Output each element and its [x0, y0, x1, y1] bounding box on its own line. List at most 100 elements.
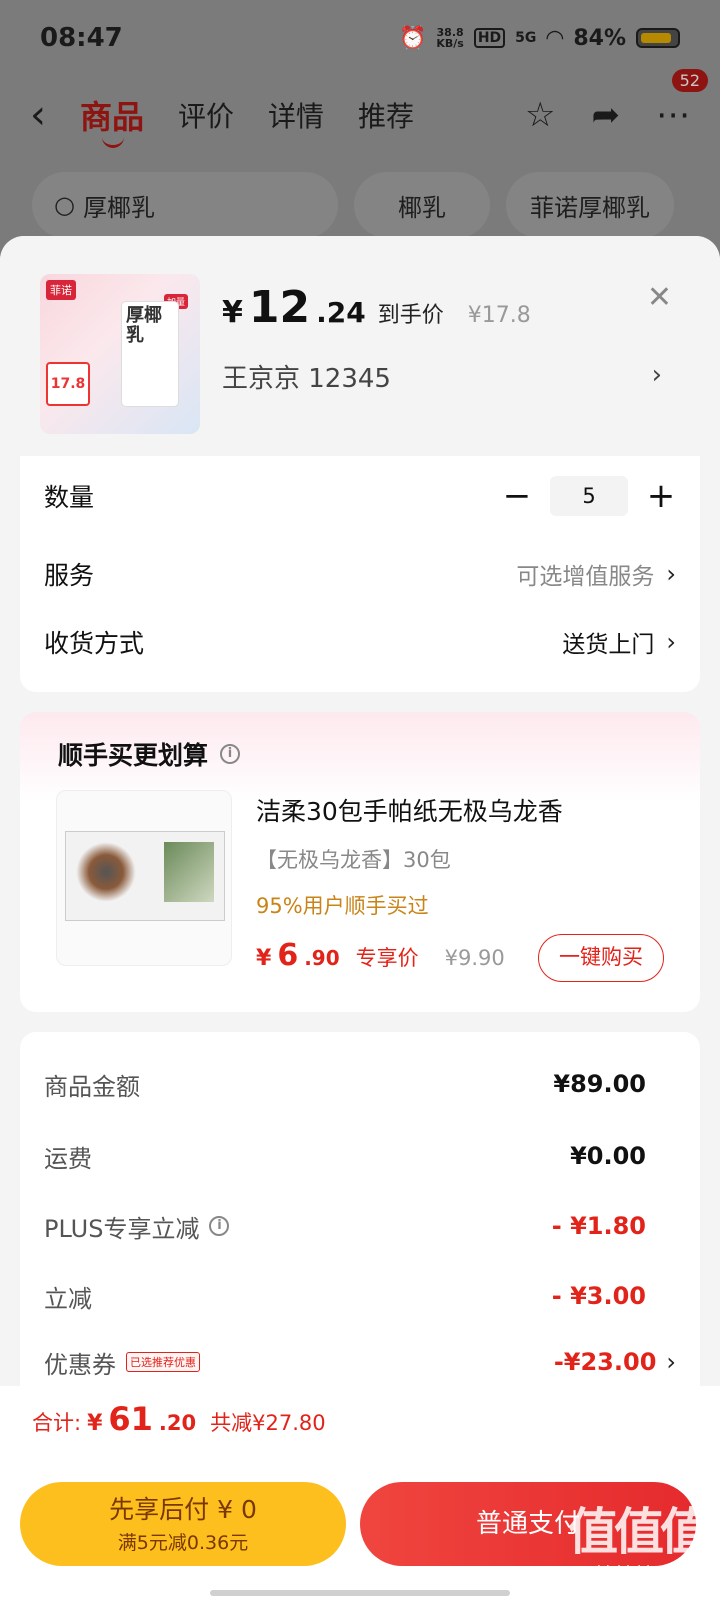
- watermark: 值值值 zhizhizhi.com: [568, 1492, 710, 1580]
- signal-icon: 5G: [515, 30, 537, 46]
- recommend-price-decimal: .90: [304, 946, 340, 970]
- tissue-pack-image: [65, 831, 225, 921]
- items-amount-value: ¥89.00: [553, 1070, 646, 1098]
- recommend-price-integer: 6: [277, 938, 299, 973]
- net-speed-unit: KB/s: [436, 37, 464, 50]
- currency-symbol: ¥: [222, 295, 243, 330]
- top-nav: ‹ 商品 评价 详情 推荐 ☆ ➦ ⋯ 52: [0, 69, 720, 150]
- recommend-title-row: 顺手买更划算 i: [58, 736, 241, 772]
- pay-later-button[interactable]: 先享后付 ¥ 0 满5元减0.36元: [20, 1482, 346, 1566]
- tab-details[interactable]: 详情: [268, 95, 324, 135]
- battery-percent: 84%: [573, 25, 626, 51]
- quantity-row: 数量 − +: [44, 474, 676, 518]
- recommend-card: 顺手买更划算 i 洁柔30包手帕纸无极乌龙香 【无极乌龙香】30包 95%用户顺…: [20, 712, 700, 1012]
- status-bar: 08:47 ⏰ 38.8 KB/s HD 5G ◠ 84%: [0, 0, 720, 76]
- status-time: 08:47: [40, 23, 123, 53]
- items-amount-label: 商品金额: [44, 1072, 140, 1101]
- total-label: 合计:: [32, 1411, 82, 1435]
- search-chip[interactable]: 椰乳: [354, 172, 490, 238]
- search-chip[interactable]: 菲诺厚椰乳: [506, 172, 674, 238]
- service-label: 服务: [44, 561, 95, 590]
- checkout-bar: 合计: ¥ 61 .20 共减¥27.80 先享后付 ¥ 0 满5元减0.36元…: [0, 1386, 720, 1600]
- tab-product[interactable]: 商品: [80, 92, 144, 148]
- currency-symbol: ¥: [256, 946, 272, 971]
- delivery-value: 送货上门: [562, 632, 655, 658]
- alarm-icon: ⏰: [398, 25, 427, 51]
- battery-icon: [636, 28, 680, 48]
- total-integer: 61: [108, 1400, 153, 1438]
- message-badge: 52: [671, 69, 708, 92]
- net-speed: 38.8 KB/s: [436, 27, 463, 49]
- pay-later-subtitle: 满5元减0.36元: [117, 1532, 249, 1554]
- home-indicator: [210, 1590, 510, 1596]
- currency-symbol: ¥: [87, 1411, 103, 1436]
- recommend-item-note: 95%用户顺手买过: [256, 894, 429, 918]
- image-price: 17.8: [46, 362, 90, 406]
- image-box-title: 厚椰乳: [122, 302, 178, 406]
- discount-value: - ¥3.00: [551, 1282, 646, 1310]
- close-icon[interactable]: ✕: [647, 280, 672, 315]
- recommend-item-title[interactable]: 洁柔30包手帕纸无极乌龙香: [256, 792, 563, 828]
- hd-icon: HD: [473, 28, 506, 48]
- tab-reviews[interactable]: 评价: [178, 95, 234, 135]
- chevron-right-icon: ›: [666, 560, 676, 588]
- fee-row-coupon[interactable]: 优惠券 已选推荐优惠 -¥23.00 ›: [44, 1342, 676, 1382]
- original-price: ¥17.8: [467, 303, 531, 328]
- plus-button[interactable]: +: [646, 476, 676, 516]
- recommend-title: 顺手买更划算: [58, 741, 209, 770]
- plus-discount-value: - ¥1.80: [551, 1212, 646, 1240]
- search-input[interactable]: ○ 厚椰乳: [32, 172, 338, 238]
- delivery-row[interactable]: 收货方式 送货上门 ›: [44, 620, 676, 664]
- total-saved: 共减¥27.80: [210, 1411, 326, 1435]
- quantity-input[interactable]: [550, 476, 628, 516]
- coupon-label: 优惠券: [44, 1350, 116, 1379]
- price-decimal: .24: [316, 296, 366, 329]
- one-click-buy-button[interactable]: 一键购买: [538, 934, 664, 982]
- product-header: 菲诺 加量 17.8 厚椰乳 ¥ 12 .24 到手价 ¥17.8 王京京 12…: [0, 236, 720, 456]
- coupon-label-group: 优惠券 已选推荐优惠: [44, 1345, 200, 1380]
- chevron-right-icon[interactable]: ›: [652, 360, 662, 390]
- back-arrow-icon[interactable]: ‹: [30, 92, 80, 138]
- recommend-product-image[interactable]: [56, 790, 232, 966]
- info-icon[interactable]: i: [209, 1216, 230, 1236]
- discount-label: 立减: [44, 1284, 92, 1313]
- recommend-price-line: ¥ 6 .90 专享价 ¥9.90: [256, 938, 505, 973]
- search-icon: ○: [54, 191, 75, 219]
- pay-later-title: 先享后付 ¥ 0: [109, 1495, 257, 1524]
- watermark-logo: 值值值: [568, 1502, 710, 1561]
- more-icon[interactable]: ⋯: [656, 95, 690, 135]
- price-label: 到手价: [377, 303, 444, 328]
- chevron-right-icon: ›: [666, 1348, 676, 1376]
- nav-actions: ☆ ➦ ⋯ 52: [525, 69, 708, 135]
- service-value: 可选增值服务: [516, 564, 655, 590]
- quantity-stepper: − +: [502, 476, 676, 516]
- minus-button[interactable]: −: [502, 476, 532, 516]
- fees-card: 商品金额 ¥89.00 运费 ¥0.00 PLUS专享立减 i - ¥1.80 …: [20, 1032, 700, 1432]
- info-icon[interactable]: i: [220, 744, 241, 764]
- plus-discount-label: PLUS专享立减: [44, 1214, 200, 1243]
- coupon-value: -¥23.00: [553, 1348, 657, 1376]
- fee-row-items: 商品金额 ¥89.00: [44, 1064, 676, 1104]
- plus-discount-label-group: PLUS专享立减 i: [44, 1209, 230, 1244]
- search-query: 厚椰乳: [82, 193, 155, 222]
- coupon-tag: 已选推荐优惠: [126, 1352, 200, 1372]
- watermark-url: zhizhizhi.com: [589, 1564, 685, 1580]
- fee-row-shipping: 运费 ¥0.00: [44, 1136, 676, 1176]
- tab-recommend[interactable]: 推荐: [358, 95, 414, 135]
- shop-address[interactable]: 王京京 12345: [222, 358, 391, 395]
- fee-row-plus: PLUS专享立减 i - ¥1.80: [44, 1206, 676, 1246]
- search-row: ○ 厚椰乳 椰乳 菲诺厚椰乳: [32, 172, 692, 238]
- share-icon[interactable]: ➦: [592, 95, 621, 135]
- total-line: 合计: ¥ 61 .20 共减¥27.80: [32, 1400, 326, 1438]
- fee-row-discount: 立减 - ¥3.00: [44, 1276, 676, 1316]
- status-icons: ⏰ 38.8 KB/s HD 5G ◠ 84%: [399, 26, 680, 51]
- service-row[interactable]: 服务 可选增值服务 ›: [44, 552, 676, 596]
- image-brand-logo: 菲诺: [46, 280, 76, 300]
- recommend-price-label: 专享价: [355, 946, 419, 970]
- favorite-star-icon[interactable]: ☆: [525, 95, 555, 135]
- options-card: 数量 − + 服务 可选增值服务 › 收货方式 送货上门 ›: [20, 456, 700, 692]
- price-line: ¥ 12 .24 到手价 ¥17.8: [222, 282, 531, 333]
- delivery-value-group: 送货上门 ›: [562, 625, 676, 659]
- recommend-item-spec: 【无极乌龙香】30包: [256, 848, 451, 872]
- service-value-group: 可选增值服务 ›: [516, 557, 676, 591]
